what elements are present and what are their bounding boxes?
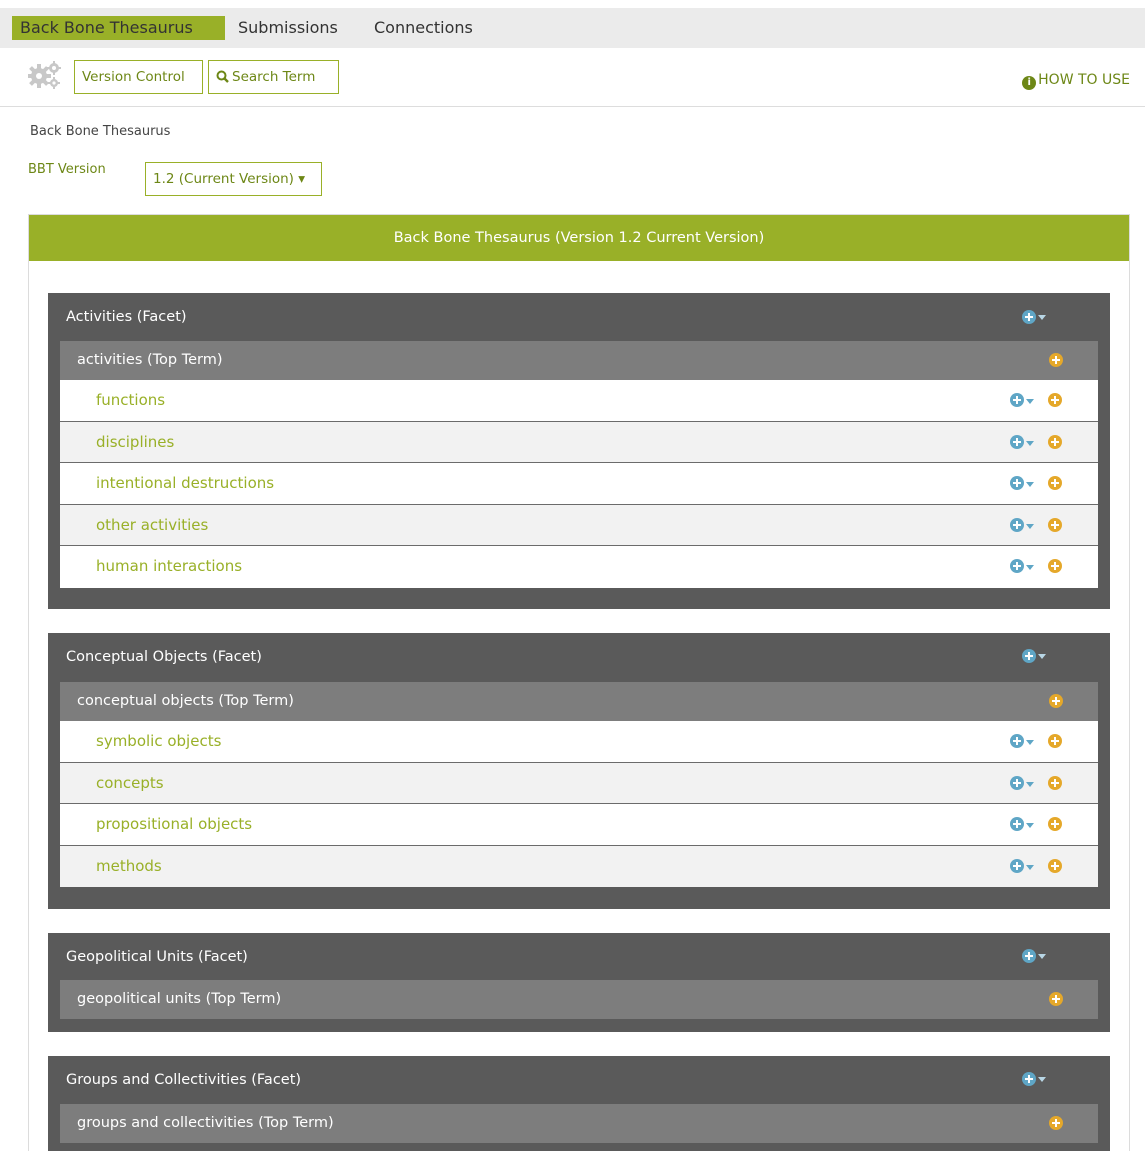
plus-circle-orange-icon[interactable] (1048, 559, 1062, 573)
facet-geopolitical-units: Geopolitical Units (Facet) geopolitical … (48, 933, 1110, 1032)
term-label[interactable]: intentional destructions (96, 463, 274, 504)
term-label[interactable]: symbolic objects (96, 721, 221, 762)
top-nav: Back Bone Thesaurus Submissions Connecti… (0, 8, 1145, 48)
chevron-down-icon[interactable] (1026, 565, 1034, 570)
chevron-down-icon[interactable] (1026, 781, 1034, 787)
facet-title: Activities (Facet) (66, 309, 187, 325)
breadcrumb: Back Bone Thesaurus (30, 124, 171, 139)
term-row: other activities (60, 504, 1098, 546)
chevron-down-icon[interactable] (1038, 1077, 1046, 1082)
plus-circle-orange-icon[interactable] (1048, 734, 1062, 748)
term-row: intentional destructions (60, 463, 1098, 505)
facet-activities: Activities (Facet) activities (Top Term)… (48, 293, 1110, 609)
plus-circle-orange-icon[interactable] (1048, 434, 1062, 449)
plus-circle-orange-icon[interactable] (1048, 517, 1062, 532)
term-label[interactable]: propositional objects (96, 804, 252, 845)
chevron-down-icon[interactable] (1026, 399, 1034, 404)
chevron-down-icon[interactable] (1038, 315, 1046, 320)
top-term-row: geopolitical units (Top Term) (60, 980, 1098, 1019)
chevron-down-icon[interactable] (1038, 954, 1046, 959)
term-row: disciplines (60, 421, 1098, 463)
version-control-button[interactable]: Version Control (74, 60, 203, 94)
term-label[interactable]: methods (96, 846, 162, 887)
top-term-label[interactable]: geopolitical units (Top Term) (77, 980, 281, 1019)
chevron-down-icon[interactable] (1026, 482, 1034, 487)
term-label[interactable]: other activities (96, 505, 208, 546)
how-to-use-link[interactable]: i HOW TO USE (1022, 72, 1130, 90)
tab-submissions[interactable]: Submissions (230, 16, 346, 40)
plus-circle-blue-icon[interactable] (1010, 393, 1024, 407)
plus-circle-blue-icon[interactable] (1010, 775, 1024, 790)
chevron-down-icon[interactable] (1026, 823, 1034, 828)
chevron-down-icon[interactable] (1038, 654, 1046, 659)
top-term-label[interactable]: conceptual objects (Top Term) (77, 682, 294, 721)
plus-circle-blue-icon[interactable] (1010, 517, 1024, 532)
tab-back-bone-thesaurus[interactable]: Back Bone Thesaurus (12, 16, 225, 40)
plus-circle-blue-icon[interactable] (1010, 476, 1024, 490)
plus-circle-blue-icon[interactable] (1022, 1072, 1036, 1086)
bbt-version-label: BBT Version (28, 162, 106, 177)
facet-conceptual-objects: Conceptual Objects (Facet) conceptual ob… (48, 633, 1110, 909)
term-label[interactable]: disciplines (96, 422, 174, 463)
top-term-row: activities (Top Term) (60, 341, 1098, 380)
plus-circle-orange-icon[interactable] (1048, 817, 1062, 831)
term-list: functions disciplines intentional destru… (60, 380, 1098, 588)
chevron-down-icon[interactable] (1026, 740, 1034, 745)
how-to-use-label: HOW TO USE (1038, 72, 1130, 88)
top-term-label[interactable]: groups and collectivities (Top Term) (77, 1104, 334, 1143)
chevron-down-icon[interactable] (1026, 523, 1034, 529)
facet-title: Conceptual Objects (Facet) (66, 649, 262, 665)
toolbar: Version Control Search Term i HOW TO USE (0, 48, 1145, 107)
top-term-row: conceptual objects (Top Term) (60, 682, 1098, 721)
plus-circle-orange-icon[interactable] (1049, 992, 1063, 1006)
term-label[interactable]: human interactions (96, 546, 242, 587)
plus-circle-orange-icon[interactable] (1049, 353, 1063, 367)
top-term-row: groups and collectivities (Top Term) (60, 1104, 1098, 1143)
bbt-version-select[interactable]: 1.2 (Current Version) ▾ (145, 162, 322, 196)
plus-circle-orange-icon[interactable] (1048, 775, 1062, 790)
plus-circle-blue-icon[interactable] (1022, 310, 1036, 324)
facet-title: Geopolitical Units (Facet) (66, 949, 248, 965)
term-row: functions (60, 380, 1098, 422)
plus-circle-orange-icon[interactable] (1049, 1116, 1063, 1130)
plus-circle-blue-icon[interactable] (1010, 434, 1024, 449)
plus-circle-orange-icon[interactable] (1048, 393, 1062, 407)
plus-circle-blue-icon[interactable] (1022, 649, 1036, 663)
top-term-label[interactable]: activities (Top Term) (77, 341, 223, 380)
facet-title: Groups and Collectivities (Facet) (66, 1072, 302, 1088)
plus-circle-blue-icon[interactable] (1022, 949, 1036, 963)
search-icon (216, 70, 229, 83)
term-list: symbolic objects concepts propositional … (60, 721, 1098, 887)
info-icon: i (1022, 76, 1037, 90)
plus-circle-orange-icon[interactable] (1048, 858, 1062, 873)
term-row: symbolic objects (60, 721, 1098, 763)
term-row: propositional objects (60, 804, 1098, 846)
thesaurus-panel: Back Bone Thesaurus (Version 1.2 Current… (28, 214, 1130, 1151)
plus-circle-blue-icon[interactable] (1010, 559, 1024, 573)
chevron-down-icon[interactable] (1026, 864, 1034, 870)
gears-icon[interactable] (27, 60, 62, 90)
plus-circle-blue-icon[interactable] (1010, 734, 1024, 748)
facet-groups-and-collectivities: Groups and Collectivities (Facet) groups… (48, 1056, 1110, 1151)
chevron-down-icon[interactable] (1026, 440, 1034, 446)
plus-circle-blue-icon[interactable] (1010, 817, 1024, 831)
search-term-label: Search Term (232, 69, 316, 85)
plus-circle-orange-icon[interactable] (1049, 694, 1063, 708)
panel-title: Back Bone Thesaurus (Version 1.2 Current… (29, 215, 1129, 261)
term-row: methods (60, 845, 1098, 887)
plus-circle-blue-icon[interactable] (1010, 858, 1024, 873)
tab-connections[interactable]: Connections (366, 16, 481, 40)
term-row: human interactions (60, 546, 1098, 588)
term-label[interactable]: functions (96, 380, 165, 421)
plus-circle-orange-icon[interactable] (1048, 476, 1062, 490)
term-label[interactable]: concepts (96, 763, 164, 804)
search-term-button[interactable]: Search Term (208, 60, 339, 94)
term-row: concepts (60, 762, 1098, 804)
